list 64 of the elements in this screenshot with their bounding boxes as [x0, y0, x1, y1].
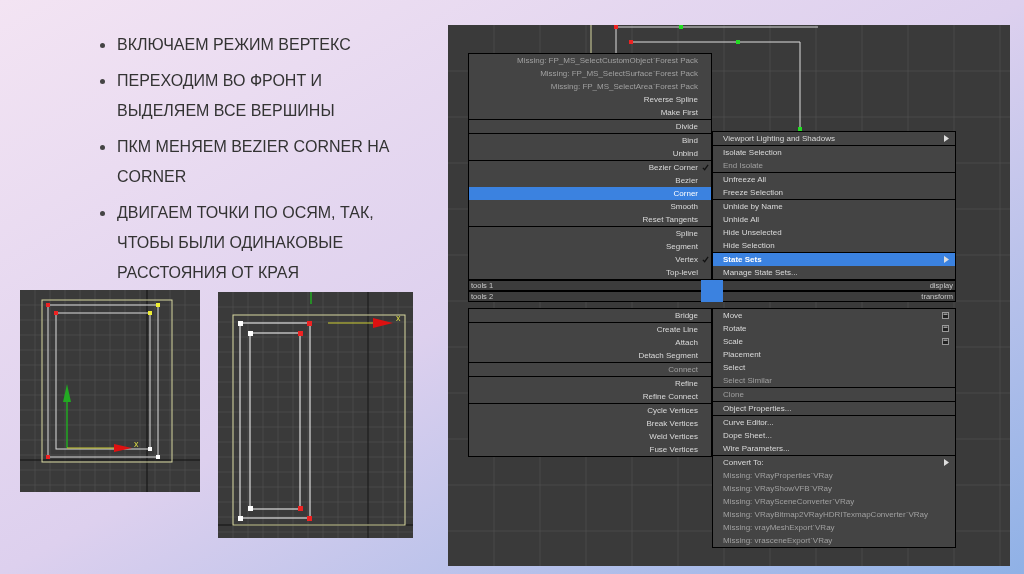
quad-indicator-icon [701, 291, 723, 302]
menu-item[interactable]: Unhide by Name [713, 200, 955, 213]
menu-item[interactable]: Fuse Vertices [469, 443, 711, 456]
menu-item[interactable]: Bezier [469, 174, 711, 187]
menu-item[interactable]: Freeze Selection [713, 186, 955, 199]
menu-item[interactable]: Refine [469, 377, 711, 390]
menu-item[interactable]: Bridge [469, 309, 711, 322]
menu-item[interactable]: Spline [469, 227, 711, 240]
options-icon [942, 325, 949, 332]
menu-item[interactable]: Convert To: [713, 456, 955, 469]
menu-item[interactable]: Dope Sheet... [713, 429, 955, 442]
menu-item[interactable]: Hide Unselected [713, 226, 955, 239]
menu-item[interactable]: Refine Connect [469, 390, 711, 403]
menu-item[interactable]: Smooth [469, 200, 711, 213]
bullet-text: ПЕРЕХОДИМ ВО ФРОНТ И ВЫДЕЛЯЕМ ВСЕ ВЕРШИНЫ [117, 71, 336, 121]
menu-item[interactable]: Select [713, 361, 955, 374]
menu-item[interactable]: Reset Tangents [469, 213, 711, 226]
menu-item[interactable]: Top-level [469, 266, 711, 279]
menu-item[interactable]: Object Properties... [713, 402, 955, 415]
menu-item[interactable]: Viewport Lighting and Shadows [713, 132, 955, 145]
submenu-arrow-icon [944, 256, 949, 263]
submenu-arrow-icon [944, 135, 949, 142]
menu-item[interactable]: Unbind [469, 147, 711, 160]
menu-item[interactable]: Scale [713, 335, 955, 348]
quad-indicator-icon [701, 280, 723, 291]
bullet-text: ДВИГАЕМ ТОЧКИ ПО ОСЯМ, ТАК, ЧТОБЫ БЫЛИ ОДИНАКОВЫЕ РАССТОЯНИЯ ОТ КРАЯ [117, 203, 375, 283]
menu-item[interactable]: Manage State Sets... [713, 266, 955, 279]
axis-label: x [134, 439, 139, 449]
menu-item[interactable]: Reverse Spline [469, 93, 711, 106]
menu-item[interactable]: Unhide All [713, 213, 955, 226]
menu-item[interactable]: Bezier Corner [469, 161, 711, 174]
bullet-icon [100, 211, 105, 216]
menu-item[interactable]: Make First [469, 106, 711, 119]
menu-item[interactable]: Create Line [469, 323, 711, 336]
bullet-icon [100, 43, 105, 48]
submenu-arrow-icon [944, 459, 949, 466]
options-icon [942, 338, 949, 345]
bullet-text: ВКЛЮЧАЕМ РЕЖИМ ВЕРТЕКС [117, 35, 352, 55]
menu-item[interactable]: State Sets [713, 253, 955, 266]
menu-item[interactable]: Unfreeze All [713, 173, 955, 186]
menu-item[interactable]: Segment [469, 240, 711, 253]
bullet-icon [100, 145, 105, 150]
menu-item[interactable]: Weld Vertices [469, 430, 711, 443]
menu-item[interactable]: Cycle Vertices [469, 404, 711, 417]
menu-item[interactable]: Rotate [713, 322, 955, 335]
menu-item[interactable]: Corner [469, 187, 711, 200]
menu-item[interactable]: Wire Parameters... [713, 442, 955, 455]
menu-item[interactable]: Attach [469, 336, 711, 349]
check-icon [701, 164, 709, 171]
menu-item[interactable]: Break Vertices [469, 417, 711, 430]
menu-item[interactable]: Detach Segment [469, 349, 711, 362]
menu-item[interactable]: Hide Selection [713, 239, 955, 252]
axis-label: x [396, 313, 401, 323]
menu-item[interactable]: Isolate Selection [713, 146, 955, 159]
check-icon [701, 256, 709, 263]
menu-item[interactable]: Move [713, 309, 955, 322]
bullet-text: ПКМ МЕНЯЕМ BEZIER CORNER НА CORNER [117, 137, 391, 187]
menu-item[interactable]: Curve Editor... [713, 416, 955, 429]
options-icon [942, 312, 949, 319]
menu-item[interactable]: Divide [469, 120, 711, 133]
menu-item[interactable]: Vertex [469, 253, 711, 266]
menu-item[interactable]: Placement [713, 348, 955, 361]
menu-item[interactable]: Bind [469, 134, 711, 147]
bullet-icon [100, 79, 105, 84]
